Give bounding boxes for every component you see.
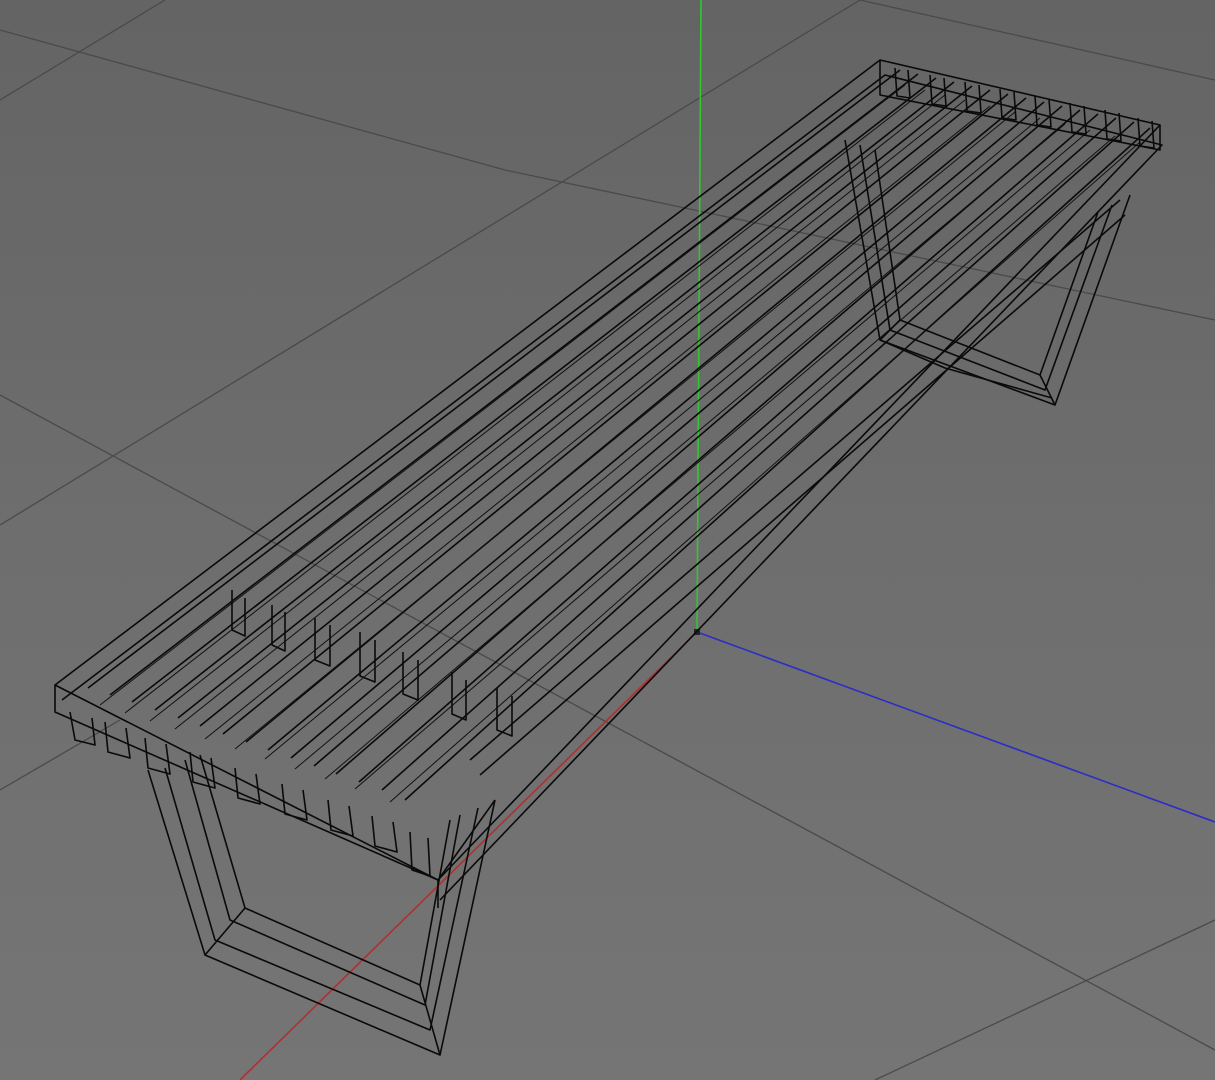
world-axes <box>239 0 1215 1080</box>
underside-supports <box>231 199 1126 776</box>
x-axis-line <box>239 631 698 1080</box>
bench-wireframe[interactable] <box>54 59 1163 1056</box>
z-axis-line <box>696 631 1215 823</box>
3d-viewport[interactable] <box>0 0 1215 1080</box>
floor-grid <box>0 0 1215 1080</box>
viewport-scene[interactable] <box>0 0 1215 1080</box>
seat-slats <box>54 59 1163 901</box>
front-leg-frame <box>147 754 496 1056</box>
